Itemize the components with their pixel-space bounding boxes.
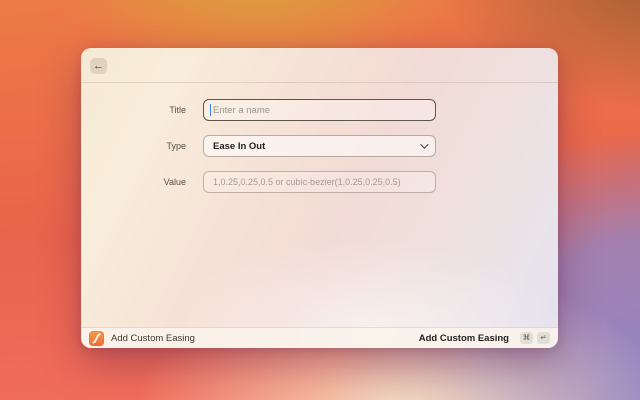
easing-form: Title Type Ease In Out Value — [81, 83, 558, 207]
return-key-icon[interactable]: ↵ — [537, 332, 550, 344]
back-arrow-icon: ← — [93, 61, 104, 72]
dialog-body-spacer — [81, 207, 558, 327]
type-label: Type — [81, 141, 186, 151]
value-field-wrap — [203, 171, 436, 193]
chevron-down-icon — [420, 140, 428, 148]
value-input[interactable] — [203, 171, 436, 193]
type-row: Type Ease In Out — [81, 135, 558, 157]
title-input[interactable] — [203, 99, 436, 121]
action-bar: Add Custom Easing Add Custom Easing ⌘ ↵ — [81, 327, 558, 348]
title-label: Title — [81, 105, 186, 115]
title-row: Title — [81, 99, 558, 121]
value-label: Value — [81, 177, 186, 187]
type-select-value: Ease In Out — [213, 141, 420, 152]
add-custom-easing-dialog: ← Title Type Ease In Out Value — [81, 48, 558, 348]
command-key-icon[interactable]: ⌘ — [520, 332, 533, 344]
title-field-wrap — [203, 99, 436, 121]
value-row: Value — [81, 171, 558, 193]
type-select[interactable]: Ease In Out — [203, 135, 436, 157]
add-custom-easing-button[interactable]: Add Custom Easing — [419, 333, 509, 344]
text-caret — [210, 104, 211, 116]
back-button[interactable]: ← — [90, 58, 107, 74]
action-bar-app-name: Add Custom Easing — [111, 333, 195, 344]
type-field-wrap: Ease In Out — [203, 135, 436, 157]
easing-app-icon — [89, 331, 104, 346]
desktop-wallpaper: { "window": { "header": { "back_icon": "… — [0, 0, 640, 400]
easing-curve-icon — [89, 331, 104, 346]
dialog-header: ← — [81, 48, 558, 83]
